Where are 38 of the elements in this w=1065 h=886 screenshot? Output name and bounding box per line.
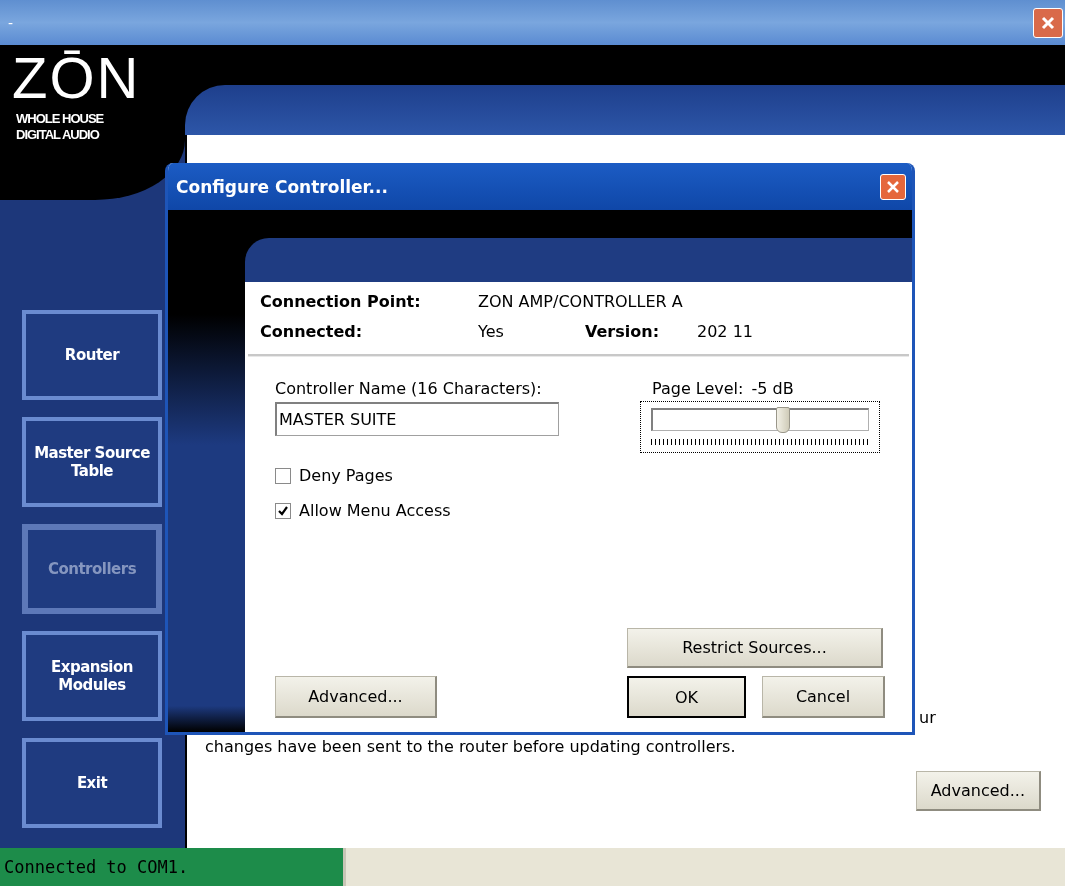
body-text: ur bbox=[919, 707, 937, 729]
checkbox-label: Deny Pages bbox=[299, 466, 393, 485]
field-label: Connected: bbox=[260, 321, 364, 343]
logo-tagline: DIGITAL AUDIO bbox=[16, 127, 99, 143]
checkbox[interactable] bbox=[275, 467, 291, 484]
close-icon bbox=[885, 178, 901, 195]
field-value: ZON AMP/CONTROLLER A bbox=[478, 291, 684, 313]
close-button[interactable] bbox=[1033, 7, 1063, 38]
window-title: - bbox=[8, 14, 14, 31]
level-slider[interactable] bbox=[640, 401, 880, 453]
advanced-button[interactable]: Advanced... bbox=[915, 771, 1041, 811]
nav-button[interactable]: Exit bbox=[22, 738, 162, 828]
field-label: Connection Point: bbox=[260, 291, 422, 313]
close-icon bbox=[1040, 14, 1056, 31]
name-field[interactable]: MASTER SUITE bbox=[275, 402, 559, 436]
field-value: Yes bbox=[478, 321, 505, 343]
field-label: Page Level: bbox=[652, 379, 744, 398]
nav-button[interactable]: Master Source Table bbox=[22, 417, 162, 507]
nav-button[interactable]: Router bbox=[22, 310, 162, 400]
restrict-button[interactable]: Restrict Sources... bbox=[627, 628, 883, 668]
nav-button[interactable]: Controllers bbox=[22, 524, 162, 614]
field-label: Version: bbox=[585, 321, 661, 343]
checkbox[interactable] bbox=[275, 502, 291, 519]
body-text: changes have been sent to the router before updating controllers. bbox=[205, 736, 737, 758]
cancel-button[interactable]: Cancel bbox=[762, 676, 885, 718]
status-text: Connected to COM1. bbox=[0, 848, 343, 886]
logo-tagline: WHOLE HOUSE bbox=[16, 111, 104, 127]
level-reading: -5 dB bbox=[751, 379, 794, 398]
checkbox-label: Allow Menu Access bbox=[299, 501, 451, 520]
nav-button[interactable]: Expansion Modules bbox=[22, 631, 162, 721]
ok-button[interactable]: OK bbox=[627, 676, 746, 718]
advanced-button[interactable]: Advanced... bbox=[275, 676, 437, 718]
field-value: 202 11 bbox=[697, 321, 754, 343]
slider-thumb[interactable] bbox=[776, 407, 790, 433]
dialog-title: Configure Controller... bbox=[176, 176, 388, 197]
field-label: Controller Name (16 Characters): bbox=[275, 379, 543, 398]
logo-wordmark: ZŌN bbox=[12, 45, 141, 111]
close-button[interactable] bbox=[880, 173, 906, 200]
